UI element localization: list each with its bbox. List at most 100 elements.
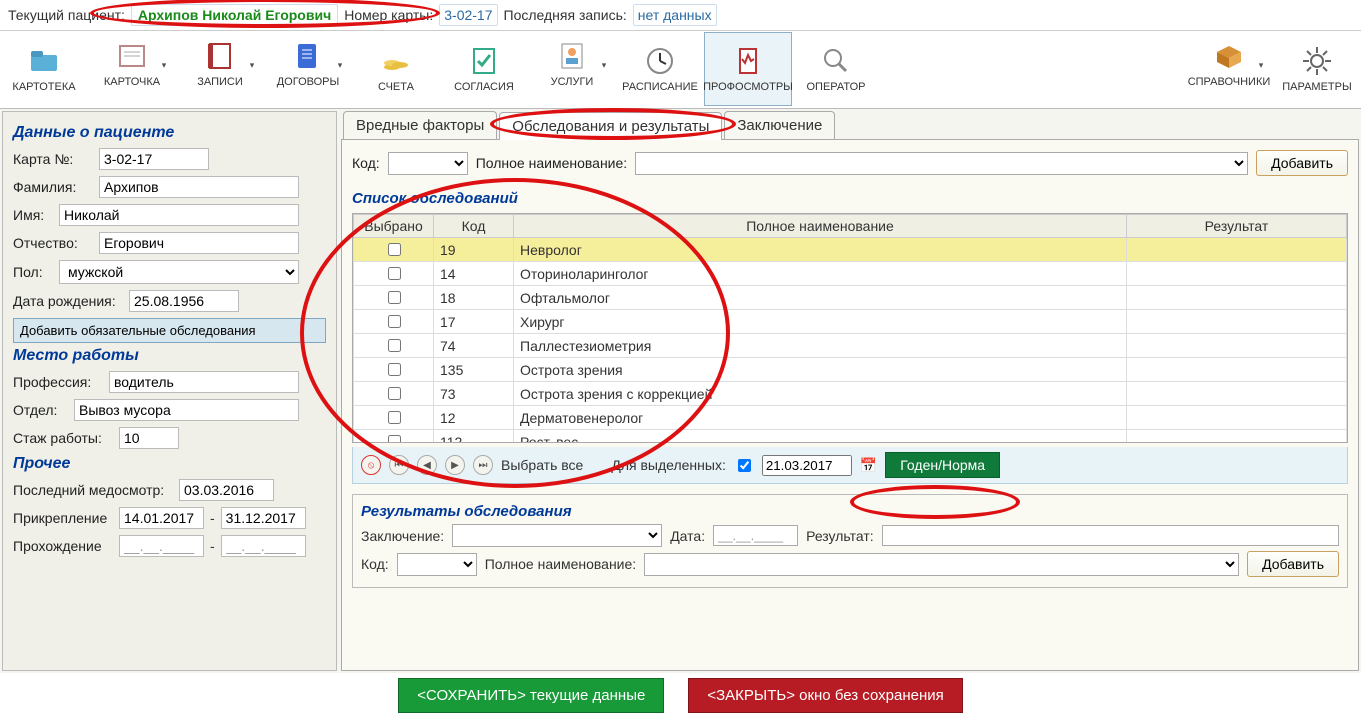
input-pass-from[interactable] [119,535,204,557]
table-row[interactable]: 74Паллестезиометрия [354,334,1347,358]
button-fit-norm[interactable]: Годен/Норма [885,452,1000,478]
row-checkbox[interactable] [388,243,401,256]
row-checkbox[interactable] [388,267,401,280]
right-panel: Вредные факторы Обследования и результат… [341,111,1359,671]
table-row[interactable]: 135Острота зрения [354,358,1347,382]
label-current-patient: Текущий пациент: [8,7,125,23]
cell-code: 73 [434,382,514,406]
toolbar-raspisanie[interactable]: РАСПИСАНИЕ [616,32,704,106]
table-row[interactable]: 12Дерматовенеролог [354,406,1347,430]
nav-last-icon[interactable]: ⏭ [473,455,493,475]
label-passing: Прохождение [13,538,113,554]
toolbar-kartochka[interactable]: КАРТОЧКА [88,32,176,106]
input-result[interactable] [882,525,1339,546]
label-last-exam: Последний медосмотр: [13,482,173,498]
cell-code: 14 [434,262,514,286]
input-forselected-date[interactable] [762,455,852,476]
clock-icon [644,45,676,77]
button-close[interactable]: <ЗАКРЫТЬ> окно без сохранения [688,678,962,713]
select-fullname[interactable] [635,152,1248,175]
row-checkbox[interactable] [388,411,401,424]
select-result-code[interactable] [397,553,477,576]
select-result-fullname[interactable] [644,553,1239,576]
label-card-no: Номер карты: [344,7,433,23]
exam-grid[interactable]: Выбрано Код Полное наименование Результа… [352,213,1348,443]
label-lastname: Фамилия: [13,179,93,195]
col-selected[interactable]: Выбрано [354,215,434,238]
label-code: Код: [352,155,380,171]
input-attach-from[interactable] [119,507,204,529]
nav-first-icon[interactable]: ⏮ [389,455,409,475]
table-row[interactable]: 17Хирург [354,310,1347,334]
ribbon-toolbar: КАРТОТЕКА КАРТОЧКА ЗАПИСИ ДОГОВОРЫ СЧЕТА… [0,31,1361,109]
input-result-date[interactable] [713,525,798,546]
table-row[interactable]: 14Оториноларинголог [354,262,1347,286]
toolbar-soglasiya[interactable]: СОГЛАСИЯ [440,32,528,106]
input-lastname[interactable] [99,176,299,198]
magnifier-icon [820,45,852,77]
heading-other: Прочее [13,455,326,473]
table-row[interactable]: 73Острота зрения с коррекцией [354,382,1347,406]
input-pass-to[interactable] [221,535,306,557]
toolbar-operator[interactable]: ОПЕРАТОР [792,32,880,106]
toolbar-scheta[interactable]: СЧЕТА [352,32,440,106]
toolbar-parametry[interactable]: ПАРАМЕТРЫ [1273,32,1361,106]
tab-conclusion[interactable]: Заключение [724,111,835,139]
checkbox-forselected-date[interactable] [738,459,751,472]
input-attach-to[interactable] [221,507,306,529]
button-save[interactable]: <СОХРАНИТЬ> текущие данные [398,678,664,713]
label-result: Результат: [806,528,874,544]
toolbar-dogovory[interactable]: ДОГОВОРЫ [264,32,352,106]
document-icon [292,40,324,72]
nav-next-icon[interactable]: ▶ [445,455,465,475]
button-add-result[interactable]: Добавить [1247,551,1339,577]
cell-code: 74 [434,334,514,358]
toolbar-profosmotry[interactable]: ПРОФОСМОТРЫ [704,32,792,106]
input-firstname[interactable] [59,204,299,226]
row-checkbox[interactable] [388,315,401,328]
calendar-icon[interactable]: 📅 [860,457,877,474]
cell-result [1127,238,1347,262]
row-checkbox[interactable] [388,363,401,376]
row-checkbox[interactable] [388,435,401,443]
input-experience[interactable] [119,427,179,449]
label-select-all[interactable]: Выбрать все [501,457,583,473]
cell-code: 19 [434,238,514,262]
row-checkbox[interactable] [388,387,401,400]
input-department[interactable] [74,399,299,421]
label-patronymic: Отчество: [13,235,93,251]
cell-result [1127,430,1347,444]
toolbar-spravochniki[interactable]: СПРАВОЧНИКИ [1185,32,1273,106]
toolbar-zapisi[interactable]: ЗАПИСИ [176,32,264,106]
cell-code: 12 [434,406,514,430]
table-row[interactable]: 18Офтальмолог [354,286,1347,310]
input-profession[interactable] [109,371,299,393]
select-code[interactable] [388,152,468,175]
label-fullname: Полное наименование: [476,155,627,171]
input-patronymic[interactable] [99,232,299,254]
cell-code: 18 [434,286,514,310]
heading-exam-results: Результаты обследования [361,503,1339,520]
col-result[interactable]: Результат [1127,215,1347,238]
col-fullname[interactable]: Полное наименование [514,215,1127,238]
folder-icon [28,45,60,77]
table-row[interactable]: 19Невролог [354,238,1347,262]
input-last-exam[interactable] [179,479,274,501]
table-row[interactable]: 112Рост, вес [354,430,1347,444]
nav-prev-icon[interactable]: ◀ [417,455,437,475]
nav-stop-icon[interactable]: ⦸ [361,455,381,475]
row-checkbox[interactable] [388,339,401,352]
toolbar-kartoteka[interactable]: КАРТОТЕКА [0,32,88,106]
input-cardno[interactable] [99,148,209,170]
button-add-required-exams[interactable]: Добавить обязательные обследования [13,318,326,343]
tabs: Вредные факторы Обследования и результат… [343,111,1359,139]
input-dob[interactable] [129,290,239,312]
row-checkbox[interactable] [388,291,401,304]
button-add-exam[interactable]: Добавить [1256,150,1348,176]
tab-exams-results[interactable]: Обследования и результаты [499,112,722,140]
toolbar-uslugi[interactable]: УСЛУГИ [528,32,616,106]
select-sex[interactable]: мужской [59,260,299,284]
col-code[interactable]: Код [434,215,514,238]
select-zakl[interactable] [452,524,662,547]
tab-harmful-factors[interactable]: Вредные факторы [343,111,497,139]
